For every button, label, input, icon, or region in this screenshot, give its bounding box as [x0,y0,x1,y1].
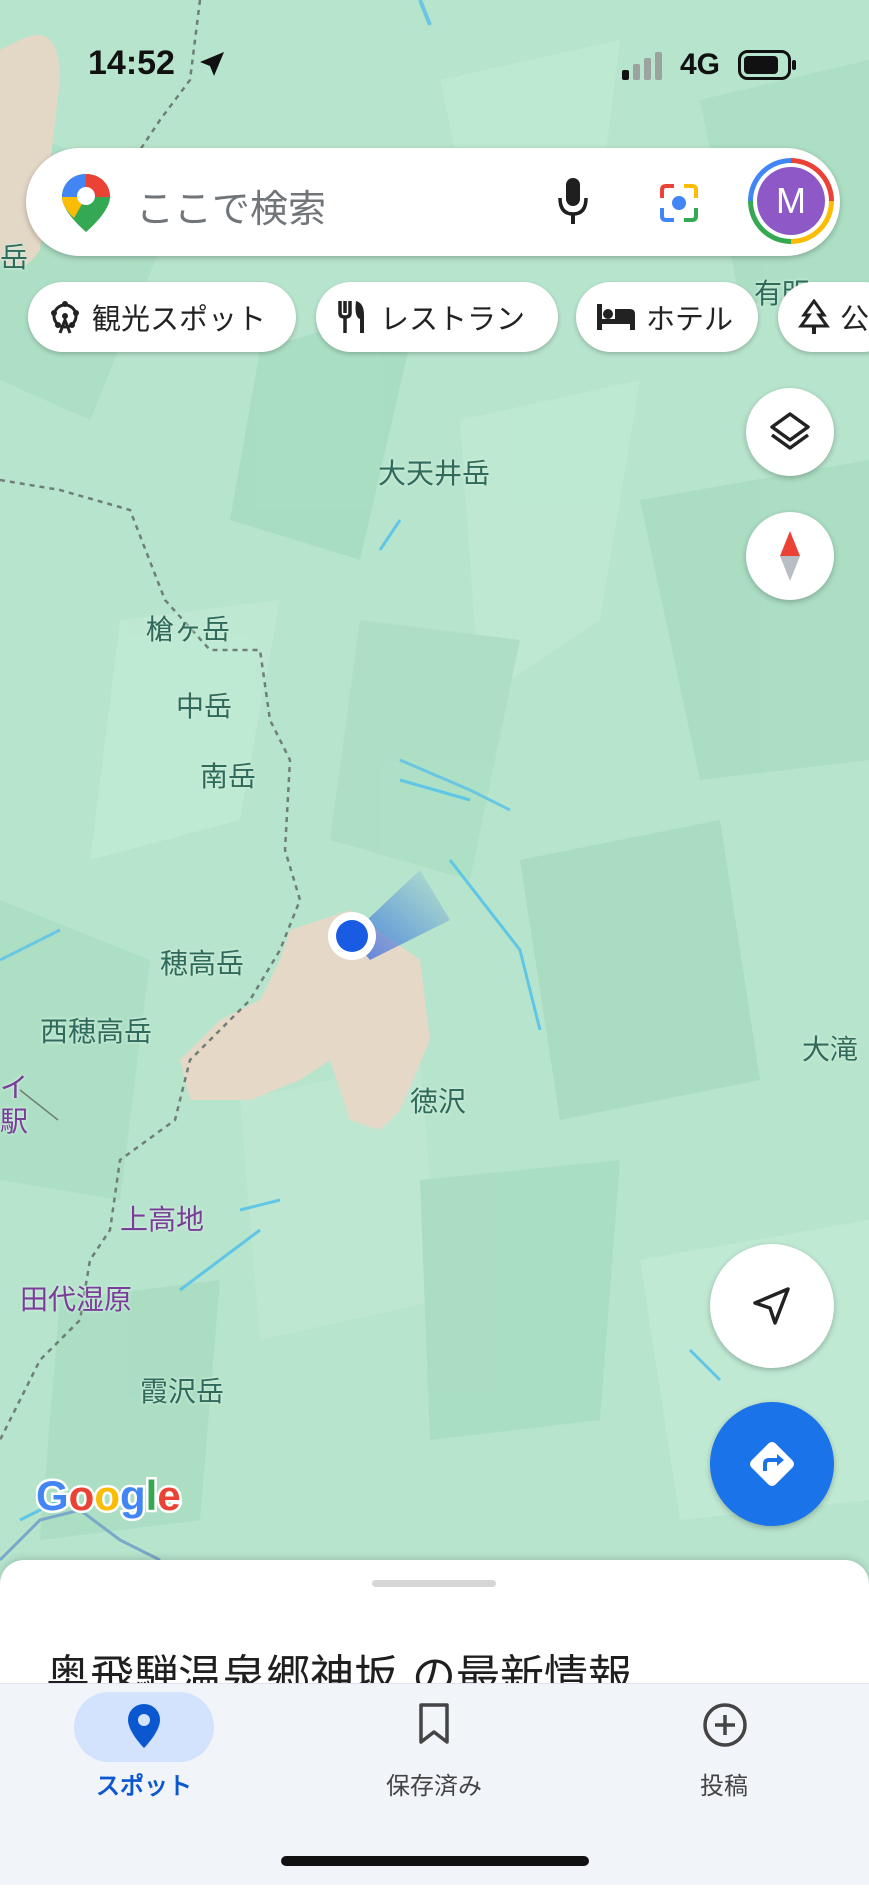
nav-label: スポット [96,1772,192,1800]
map-label[interactable]: 南岳 [200,755,256,795]
map-label[interactable]: 上高地 [120,1198,204,1238]
compass-icon [780,531,800,581]
layers-button[interactable] [746,388,834,476]
maps-pin-logo-icon [62,174,110,232]
add-circle-icon [703,1703,747,1747]
my-location-button[interactable] [710,1244,834,1368]
bookmark-icon [419,1703,449,1744]
google-lens-icon[interactable] [658,182,700,224]
chip-sightseeing[interactable]: 観光スポット [28,282,296,352]
search-bar[interactable]: ここで検索 M [26,148,840,256]
compass-button[interactable] [746,512,834,600]
svg-text:Google: Google [36,1472,181,1519]
avatar-letter: M [757,167,825,235]
nav-item-spots[interactable]: スポット [44,1684,244,1834]
current-location-marker[interactable] [320,860,460,980]
map-label[interactable]: 大天井岳 [378,452,490,492]
map-label[interactable]: 徳沢 [410,1080,466,1120]
chip-label: 公 [840,302,869,336]
map-label[interactable]: 中岳 [176,685,232,725]
nav-item-post[interactable]: 投稿 [624,1684,824,1834]
signal-icon [622,52,662,80]
map-label[interactable]: 田代湿原 [20,1278,132,1318]
chip-label: レストラン [380,302,526,336]
chip-label: 観光スポット [92,302,267,336]
battery-icon [738,50,796,80]
place-pin-icon [128,1704,160,1748]
layers-icon [770,412,810,450]
microphone-icon[interactable] [556,176,590,226]
search-input[interactable]: ここで検索 [136,178,326,233]
status-bar: 14:52 4G [0,0,869,120]
map-label[interactable]: 岳 [0,236,28,276]
chip-label: ホテル [646,302,734,336]
network-type: 4G [680,48,721,81]
map-label[interactable]: 大滝 [802,1028,858,1068]
map-label[interactable]: 西穂高岳 [40,1010,152,1050]
directions-icon [750,1442,794,1486]
chip-restaurant[interactable]: レストラン [316,282,558,352]
google-logo: Google [36,1470,183,1522]
directions-button[interactable] [710,1402,834,1526]
nav-item-saved[interactable]: 保存済み [334,1684,534,1834]
account-avatar[interactable]: M [748,158,834,244]
location-arrow-icon [200,52,224,76]
navigation-arrow-icon [753,1287,790,1325]
nav-label: 投稿 [700,1772,748,1800]
map-label[interactable]: 穂高岳 [160,942,244,982]
park-icon [798,299,830,334]
ferris-wheel-icon [51,301,79,334]
nav-label: 保存済み [386,1772,482,1800]
home-indicator[interactable] [281,1856,589,1866]
hotel-icon [597,304,635,330]
map-label[interactable]: 槍ヶ岳 [146,608,230,648]
restaurant-icon [338,301,364,333]
status-time: 14:52 [88,44,175,82]
map-label[interactable]: 駅 [0,1100,28,1140]
bottom-navigation: スポット 保存済み 投稿 [0,1683,869,1885]
sheet-drag-handle[interactable] [372,1580,496,1587]
chip-park[interactable]: 公 [778,282,869,352]
map-label[interactable]: 霞沢岳 [140,1370,224,1410]
chip-hotel[interactable]: ホテル [576,282,758,352]
